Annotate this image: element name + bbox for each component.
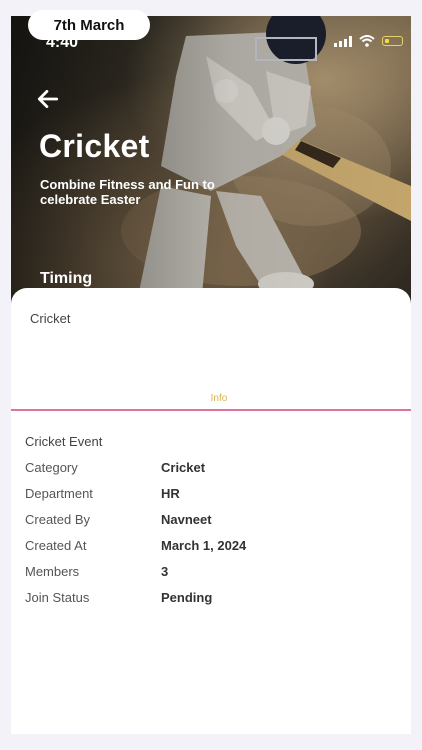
detail-value: Cricket <box>161 460 206 475</box>
detail-value: HR <box>161 486 180 501</box>
tab-indicator <box>11 409 411 411</box>
detail-value: 3 <box>161 564 169 579</box>
detail-key: Category <box>25 460 78 475</box>
detail-value: Navneet <box>161 512 212 527</box>
detail-key: Join Status <box>25 590 90 605</box>
detail-key: Department <box>25 486 93 501</box>
hero-title: Cricket <box>39 128 150 164</box>
phone-screen: 4:40 Cricket Combine Fitness and Fun to … <box>11 16 411 734</box>
back-arrow-icon[interactable] <box>35 86 61 112</box>
event-name: Cricket <box>30 311 71 326</box>
battery-icon <box>382 36 403 46</box>
detail-key: Members <box>25 564 80 579</box>
hero-banner: 4:40 Cricket Combine Fitness and Fun to … <box>11 16 411 306</box>
detail-key: Created By <box>25 512 91 527</box>
date-badge: 7th March <box>28 10 150 40</box>
detail-value: Pending <box>161 590 213 605</box>
signal-icon <box>334 35 352 47</box>
details-sheet: Cricket Info Cricket Event Category Cric… <box>11 288 411 734</box>
detail-value: March 1, 2024 <box>161 538 247 553</box>
timing-label: Timing <box>40 270 93 287</box>
wifi-icon <box>359 35 375 47</box>
status-icons <box>334 35 403 47</box>
section-label: Cricket Event <box>25 434 103 449</box>
hero-subtitle: Combine Fitness and Fun to celebrate Eas… <box>40 177 215 207</box>
detail-key: Created At <box>25 538 87 553</box>
tab-info[interactable]: Info <box>11 393 411 404</box>
